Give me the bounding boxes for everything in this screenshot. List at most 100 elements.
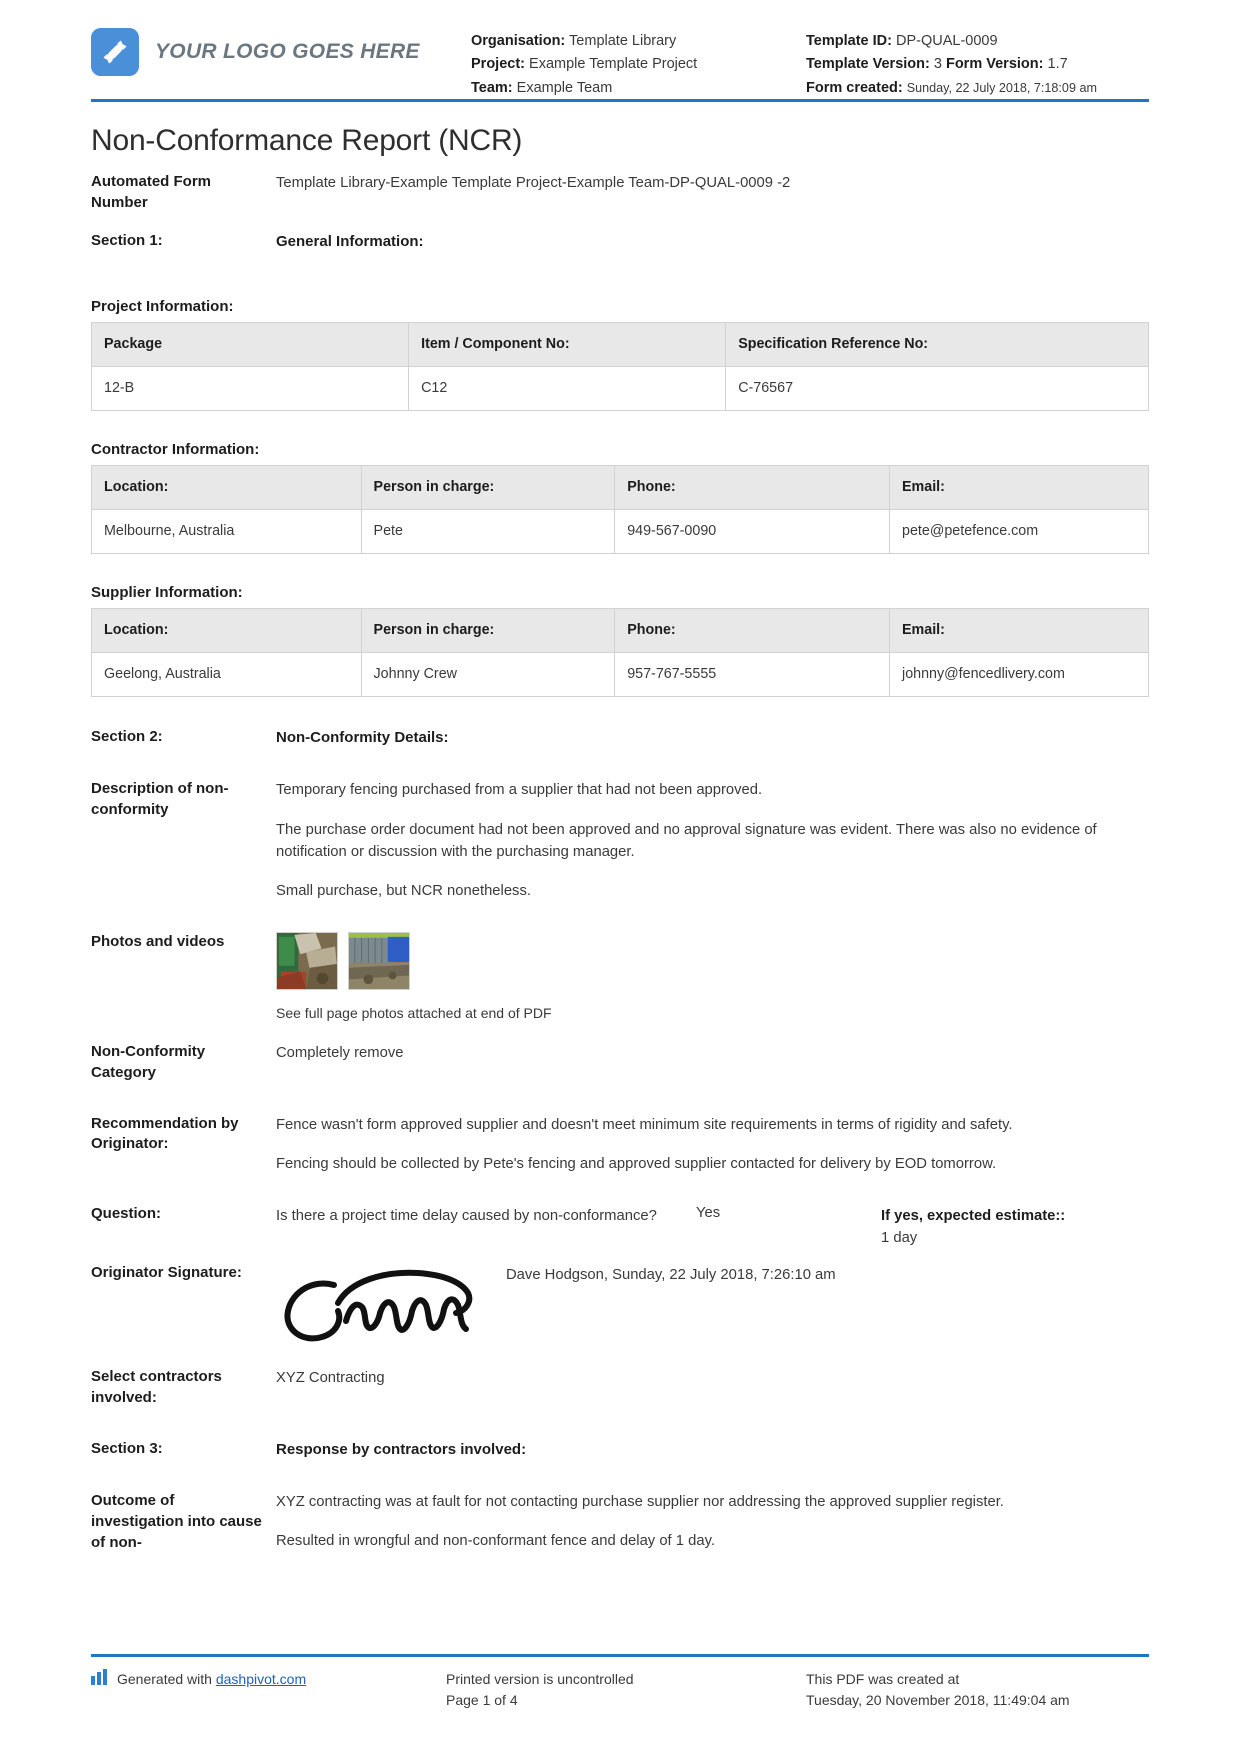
document-page: YOUR LOGO GOES HERE Organisation: Templa… xyxy=(0,0,1240,1754)
printed-version-notice: Printed version is uncontrolled xyxy=(446,1670,634,1687)
page-number: Page 1 of 4 xyxy=(446,1692,518,1709)
description-paragraph-3: Small purchase, but NCR nonetheless. xyxy=(276,882,531,899)
section-1-row: Section 1: General Information: xyxy=(91,231,1149,254)
project-information-heading: Project Information: xyxy=(91,297,234,315)
photo-strip xyxy=(276,932,1149,991)
col-person-in-charge: Person in charge: xyxy=(360,607,616,653)
description-row: Description of non-conformity Temporary … xyxy=(91,779,1149,902)
section-3-row: Section 3: Response by contractors invol… xyxy=(91,1439,1149,1462)
question-answer: Yes xyxy=(696,1204,721,1221)
header-meta-left: Organisation: Template Library Project: … xyxy=(471,22,806,100)
bar-chart-icon xyxy=(91,1668,109,1692)
contractors-involved-label: Select contractors involved: xyxy=(91,1368,222,1406)
category-value: Completely remove xyxy=(276,1045,404,1062)
description-value: Temporary fencing purchased from a suppl… xyxy=(276,779,1149,902)
section-3-label: Section 3: xyxy=(91,1439,163,1457)
cell-location: Geelong, Australia xyxy=(91,651,362,697)
cell-email: johnny@fencedlivery.com xyxy=(889,651,1149,697)
project-label: Project: xyxy=(471,56,525,73)
col-email: Email: xyxy=(889,607,1149,653)
contractor-information-heading: Contractor Information: xyxy=(91,440,260,458)
col-location: Location: xyxy=(91,464,362,510)
recommendation-paragraph-1: Fence wasn't form approved supplier and … xyxy=(276,1116,1013,1133)
section-2-row: Section 2: Non-Conformity Details: xyxy=(91,727,1149,750)
dashpivot-link[interactable]: dashpivot.com xyxy=(216,1669,306,1691)
template-id-line: Template ID: DP-QUAL-0009 xyxy=(806,30,1097,53)
contractor-information-table: Location: Person in charge: Phone: Email… xyxy=(91,464,1149,554)
section-2-label: Section 2: xyxy=(91,727,163,745)
originator-signature-image xyxy=(276,1263,506,1353)
col-phone: Phone: xyxy=(614,464,891,510)
photos-value: See full page photos attached at end of … xyxy=(276,932,1149,1024)
logo-text: YOUR LOGO GOES HERE xyxy=(155,40,420,63)
template-version-label: Template Version: xyxy=(806,56,930,73)
photo-thumbnail-fence-blue-panel[interactable] xyxy=(348,932,410,991)
automated-form-number-value: Template Library-Example Template Projec… xyxy=(276,175,791,191)
question-estimate-value: 1 day xyxy=(881,1230,918,1247)
col-phone: Phone: xyxy=(614,607,891,653)
photos-label: Photos and videos xyxy=(91,933,225,951)
table-header-row: Location: Person in charge: Phone: Email… xyxy=(91,464,1149,510)
contractors-involved-row: Select contractors involved: XYZ Contrac… xyxy=(91,1367,1149,1408)
question-row: Question: Is there a project time delay … xyxy=(91,1205,1149,1249)
table-header-row: Package Item / Component No: Specificati… xyxy=(90,321,1149,367)
description-paragraph-1: Temporary fencing purchased from a suppl… xyxy=(276,782,763,799)
team-line: Team: Example Team xyxy=(471,77,806,100)
signature-label: Originator Signature: xyxy=(91,1264,242,1282)
pdf-created-label: This PDF was created at xyxy=(806,1670,960,1687)
template-id-label: Template ID: xyxy=(806,33,892,49)
photo-thumbnail-fence-debris[interactable] xyxy=(276,932,338,991)
dashpivot-s-logo-icon xyxy=(91,28,139,76)
automated-form-number-label: Automated Form Number xyxy=(91,173,211,211)
category-label: Non-Conformity Category xyxy=(91,1043,206,1081)
footer-columns: Generated with dashpivot.com Printed ver… xyxy=(91,1668,1149,1712)
contractors-involved-value: XYZ Contracting xyxy=(276,1370,385,1387)
question-text: Is there a project time delay caused by … xyxy=(276,1207,657,1224)
outcome-value: XYZ contracting was at fault for not con… xyxy=(276,1491,1149,1552)
table-row: Melbourne, Australia Pete 949-567-0090 p… xyxy=(91,508,1149,554)
outcome-label: Outcome of investigation into cause of n… xyxy=(91,1492,262,1551)
cell-email: pete@petefence.com xyxy=(889,508,1149,554)
recommendation-label: Recommendation by Originator: xyxy=(91,1114,239,1153)
cell-item-component-no: C12 xyxy=(408,365,727,411)
document-footer: Generated with dashpivot.com Printed ver… xyxy=(91,1653,1149,1712)
recommendation-row: Recommendation by Originator: Fence wasn… xyxy=(91,1114,1149,1175)
template-version-line: Template Version: 3 Form Version: 1.7 xyxy=(806,53,1097,76)
cell-location: Melbourne, Australia xyxy=(91,508,362,554)
recommendation-paragraph-2: Fencing should be collected by Pete's fe… xyxy=(276,1155,997,1172)
team-label: Team: xyxy=(471,79,513,96)
cell-package: 12-B xyxy=(90,365,410,411)
cell-person-in-charge: Johnny Crew xyxy=(360,651,616,697)
col-person-in-charge: Person in charge: xyxy=(360,464,616,510)
outcome-row: Outcome of investigation into cause of n… xyxy=(91,1491,1149,1553)
form-version-label: Form Version: xyxy=(945,56,1044,73)
cell-phone: 957-767-5555 xyxy=(614,651,891,697)
organisation-line: Organisation: Template Library xyxy=(471,30,806,53)
form-created-label: Form created: xyxy=(806,79,903,96)
photos-caption: See full page photos attached at end of … xyxy=(276,1005,552,1022)
table-header-row: Location: Person in charge: Phone: Email… xyxy=(91,607,1149,653)
project-line: Project: Example Template Project xyxy=(471,53,806,76)
description-label: Description of non-conformity xyxy=(91,780,229,819)
automated-form-number-row: Automated Form Number Template Library-E… xyxy=(91,172,1149,213)
question-estimate-label: If yes, expected estimate:: xyxy=(881,1207,1066,1224)
cell-phone: 949-567-0090 xyxy=(614,508,891,554)
team-value: Example Team xyxy=(516,79,613,96)
form-created-value: Sunday, 22 July 2018, 7:18:09 am xyxy=(906,80,1097,95)
outcome-paragraph-1: XYZ contracting was at fault for not con… xyxy=(276,1494,1004,1511)
supplier-information-table: Location: Person in charge: Phone: Email… xyxy=(91,607,1149,697)
col-email: Email: xyxy=(889,464,1149,510)
photos-row: Photos and videos See full page photos a… xyxy=(91,932,1149,1024)
col-item-component-no: Item / Component No: xyxy=(408,321,727,367)
organisation-label: Organisation: xyxy=(471,33,566,49)
table-row: 12-B C12 C-76567 xyxy=(90,365,1149,411)
outcome-paragraph-2: Resulted in wrongful and non-conformant … xyxy=(276,1533,715,1550)
description-paragraph-2: The purchase order document had not been… xyxy=(276,821,1097,860)
template-version-value: 3 xyxy=(933,56,942,73)
organisation-value: Template Library xyxy=(569,33,677,49)
pdf-created-value: Tuesday, 20 November 2018, 11:49:04 am xyxy=(806,1692,1070,1709)
footer-generated-label: Generated with xyxy=(117,1670,212,1687)
section-1-title: General Information: xyxy=(276,233,424,251)
signature-row: Originator Signature: Dave Hodgson, Sund… xyxy=(91,1263,1149,1353)
footer-divider xyxy=(91,1653,1149,1657)
